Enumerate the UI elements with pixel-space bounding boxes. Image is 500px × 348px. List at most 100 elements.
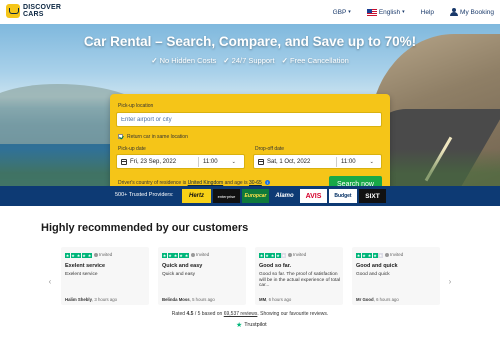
brand-logo-budget: Budget [329,189,357,203]
uk-flag-icon [366,8,377,16]
star-icon: ★ [65,253,70,258]
user-icon [450,8,459,16]
star-icon: ★ [356,253,361,258]
star-icon: ★ [378,253,383,258]
pickup-date-value: Fri, 23 Sep, 2022 [130,158,177,165]
review-body: Good so far. The proof of satisfaction w… [259,272,341,288]
info-icon[interactable]: i [265,180,271,186]
dropoff-time-field[interactable]: 11:00 ⌄ [337,154,382,169]
help-link[interactable]: Help [421,9,434,16]
star-icon: ★ [372,253,378,258]
language-label: English [378,8,401,16]
brand-logo-avis: AVIS [300,189,327,203]
star-icon: ★ [259,253,264,258]
pickup-location-field[interactable] [116,112,382,127]
star-rating: ★ ★ ★ ★ ★ [162,253,189,258]
invited-badge: Invited [288,252,306,257]
dropoff-date-label: Drop-off date [255,146,285,152]
check-icon: ✓ [151,56,158,65]
star-icon: ★ [162,253,167,258]
currency-selector[interactable]: GBP ▾ [333,9,351,16]
carousel-next-arrow-icon[interactable]: › [446,278,454,286]
review-body: Exelent service [65,272,98,277]
star-icon: ★ [87,253,92,258]
star-icon: ★ [81,253,87,258]
providers-label: 500+ Trusted Providers: [115,192,174,198]
star-icon: ★ [264,253,270,258]
star-icon: ★ [367,253,372,258]
rating-summary: Rated 4.5 / 5 based on 69,537 reviews. S… [171,311,329,317]
star-rating: ★ ★ ★ ★ ★ [356,253,383,258]
review-body: Quick and easy [162,272,196,277]
review-author: Mr Good, 6 hours ago [356,297,399,302]
currency-label: GBP [332,8,347,16]
invited-badge: Invited [191,252,209,257]
trustpilot-logo[interactable]: ★ Trustpilot [236,321,267,329]
search-now-button[interactable]: Search now [329,176,382,186]
review-author: Belinda Moss, 5 hours ago [162,297,215,302]
language-selector[interactable]: English ▾ [366,8,405,16]
star-icon: ★ [178,253,184,258]
providers-strip: 500+ Trusted Providers: Hertz enterprise… [0,186,500,206]
pickup-time-value: 11:00 [203,158,218,165]
brand-logo-enterprise: enterprise [213,189,240,203]
pickup-location-label: Pick-up location [118,103,154,109]
star-icon: ★ [184,253,189,258]
my-booking-label: My Booking [460,8,494,16]
check-circle-icon [288,252,292,257]
review-author: MM, 6 hours ago [259,297,292,302]
review-title: Good and quick [356,263,398,269]
trustpilot-star-icon: ★ [236,322,243,329]
hero-banner: Car Rental – Search, Compare, and Save u… [0,24,500,186]
brand-logo-europcar: Europcar [242,189,269,203]
trustpilot-label: Trustpilot [244,322,267,328]
review-card[interactable]: ★ ★ ★ ★ ★ Invited Good and quick Good and qu… [352,247,440,305]
benefit-item: ✓ 24/7 Support [223,56,275,65]
chevron-down-icon: ⌄ [369,158,374,165]
review-card[interactable]: ★ ★ ★ ★ ★ Invited Quick and easy Quick and e… [158,247,246,305]
invited-badge: Invited [94,252,112,257]
calendar-icon [258,158,264,165]
star-icon: ★ [270,253,275,258]
star-icon: ★ [173,253,178,258]
header-nav: GBP ▾ English ▾ Help My Booking [333,0,494,24]
discover-cars-logo[interactable]: DISCOVER CARS [6,4,61,18]
chevron-down-icon: ⌄ [231,158,236,165]
my-booking-link[interactable]: My Booking [450,8,494,16]
dropoff-date-value: Sat, 1 Oct, 2022 [267,158,311,165]
logo-line1: DISCOVER [23,4,62,11]
star-icon: ★ [76,253,81,258]
star-icon: ★ [167,253,173,258]
carousel-prev-arrow-icon[interactable]: ‹ [46,278,54,286]
benefit-item: ✓ Free Cancellation [281,56,349,65]
brand-logo-sixt: SIXT [359,189,386,203]
reviews-heading: Highly recommended by our customers [41,222,249,234]
pickup-location-input[interactable] [121,116,381,123]
check-icon: ✓ [223,56,230,65]
star-rating: ★ ★ ★ ★ ★ [259,253,286,258]
benefit-item: ✓ No Hidden Costs [151,56,217,65]
search-form: Pick-up location Return car in same loca… [110,94,390,186]
chevron-down-icon: ▾ [402,9,405,15]
star-icon: ★ [275,253,281,258]
return-same-location-label: Return car in same location [127,134,188,140]
review-title: Good so far. [259,263,292,269]
star-icon: ★ [70,253,76,258]
top-header: DISCOVER CARS GBP ▾ English ▾ Help My Bo… [0,0,500,24]
review-body: Good and quick [356,272,390,277]
check-circle-icon [94,252,98,257]
check-circle-icon [385,252,389,257]
calendar-icon [121,158,127,165]
return-same-location-checkbox[interactable] [118,134,123,139]
review-title: Exelent service [65,263,106,269]
review-author: Halim Shebly, 3 hours ago [65,297,118,302]
pickup-time-field[interactable]: 11:00 ⌄ [199,154,245,169]
hero-title: Car Rental – Search, Compare, and Save u… [83,34,417,49]
chevron-down-icon: ▾ [348,9,351,15]
review-card[interactable]: ★ ★ ★ ★ ★ Invited Good so far. Good so far. … [255,247,343,305]
review-count-link[interactable]: 69,537 reviews [224,311,258,317]
review-title: Quick and easy [162,263,203,269]
review-card[interactable]: ★ ★ ★ ★ ★ Invited Exelent service Exelent se… [61,247,149,305]
rating-value: 4.5 [186,311,194,317]
logo-line2: CARS [23,11,44,18]
